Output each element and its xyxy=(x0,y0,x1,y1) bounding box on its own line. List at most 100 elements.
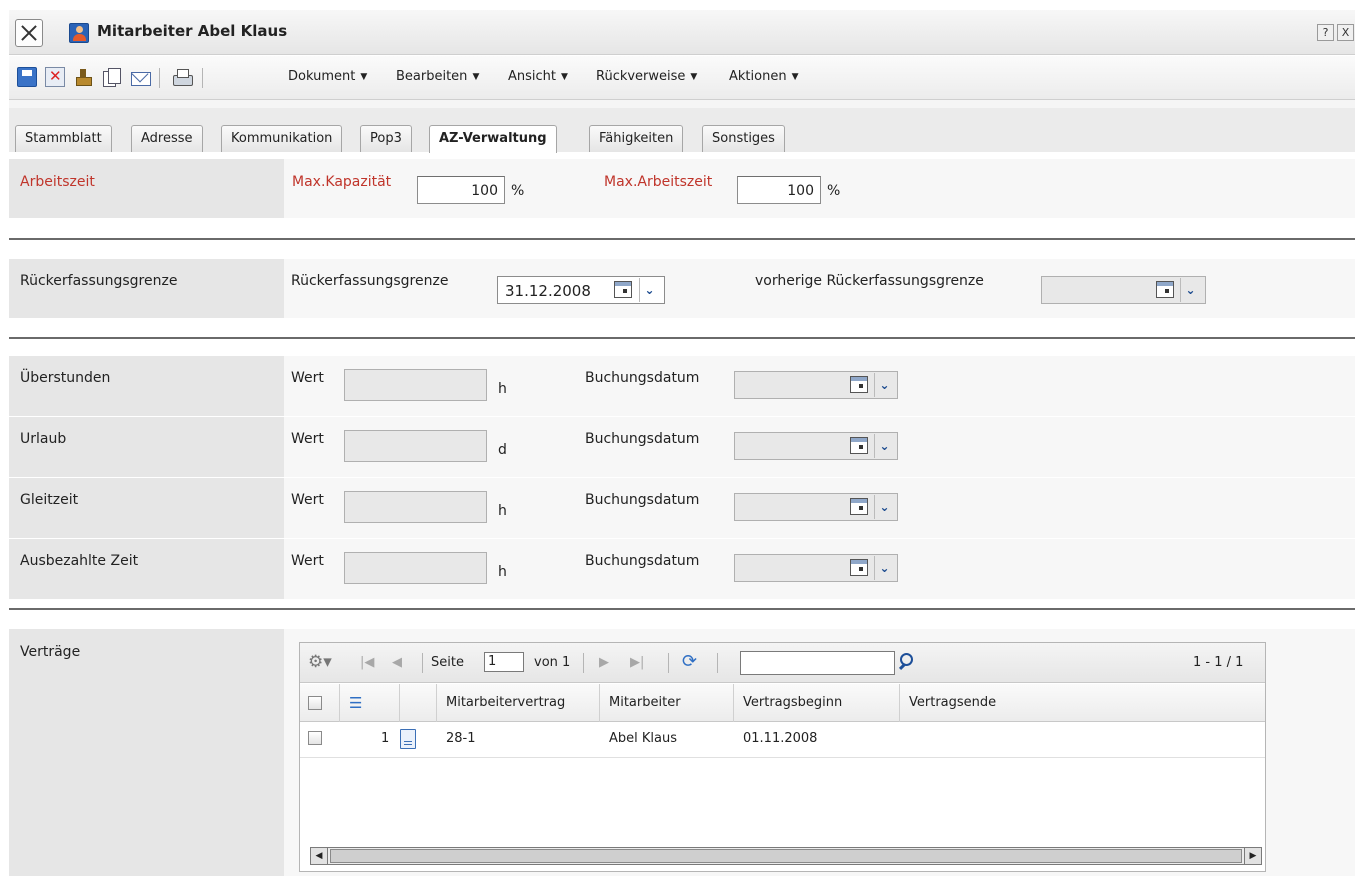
menu-dokument[interactable]: Dokument ▼ xyxy=(288,69,367,84)
ausbezahlte-zeit-wert-input[interactable] xyxy=(344,552,487,584)
rueckerfassung-date-field[interactable]: 31.12.2008 ⌄ xyxy=(497,276,665,304)
buchungsdatum-label: Buchungsdatum xyxy=(585,492,700,508)
list-numbered-icon: ☰ xyxy=(349,694,363,712)
dropdown-arrow-icon: ▼ xyxy=(472,72,480,82)
menu-ansicht[interactable]: Ansicht ▼ xyxy=(508,69,568,84)
unit-label: h xyxy=(498,564,507,580)
title-bar: Mitarbeiter Abel Klaus ? X xyxy=(9,10,1355,55)
scroll-thumb[interactable] xyxy=(330,849,1242,863)
tab-kommunikation[interactable]: Kommunikation xyxy=(221,125,343,152)
wert-label: Wert xyxy=(291,431,324,447)
calendar-icon[interactable] xyxy=(1156,281,1174,298)
column-header-vertragsende[interactable]: Vertragsende xyxy=(900,684,1266,722)
search-icon[interactable] xyxy=(896,650,920,674)
max-arbeitszeit-label: Max.Arbeitszeit xyxy=(604,174,713,190)
table-row[interactable]: 1 28-1 Abel Klaus 01.11.2008 xyxy=(300,723,1265,758)
urlaub-buchungsdatum-field[interactable]: ⌄ xyxy=(734,432,898,460)
grid-search-input[interactable] xyxy=(740,651,895,675)
gear-icon[interactable]: ⚙▾ xyxy=(308,652,332,672)
ueberstunden-wert-input[interactable] xyxy=(344,369,487,401)
document-icon[interactable] xyxy=(400,729,416,749)
max-arbeitszeit-input[interactable]: 100 xyxy=(737,176,821,204)
row-checkbox[interactable] xyxy=(308,731,322,745)
unit-label: h xyxy=(498,381,507,397)
chevron-down-icon[interactable]: ⌄ xyxy=(639,278,659,302)
menu-rueckverweise[interactable]: Rückverweise ▼ xyxy=(596,69,697,84)
column-header-vertragsbeginn[interactable]: Vertragsbeginn xyxy=(734,684,900,722)
urlaub-wert-input[interactable] xyxy=(344,430,487,462)
menu-bearbeiten[interactable]: Bearbeiten ▼ xyxy=(396,69,479,84)
pager-separator xyxy=(583,653,584,673)
menu-aktionen[interactable]: Aktionen ▼ xyxy=(729,69,798,84)
vertraege-label: Verträge xyxy=(20,644,81,660)
unit-label: d xyxy=(498,442,507,458)
select-all-cell xyxy=(300,684,340,722)
tab-bar: Stammblatt Adresse Kommunikation Pop3 AZ… xyxy=(9,100,1355,153)
scroll-right-icon[interactable]: ▶ xyxy=(1244,848,1261,864)
tab-faehigkeiten[interactable]: Fähigkeiten xyxy=(589,125,684,152)
first-page-icon[interactable]: |◀ xyxy=(360,655,374,670)
refresh-icon[interactable]: ⟳ xyxy=(682,651,697,672)
chevron-down-icon[interactable]: ⌄ xyxy=(874,434,894,458)
stamp-icon[interactable] xyxy=(73,67,93,87)
close-window-button[interactable]: X xyxy=(1337,24,1354,41)
next-page-icon[interactable]: ▶ xyxy=(599,655,609,670)
copy-icon[interactable] xyxy=(101,67,121,87)
mail-icon[interactable] xyxy=(130,67,151,87)
scroll-left-icon[interactable]: ◀ xyxy=(311,848,328,864)
vorherige-rueckerfassung-date-field[interactable]: ⌄ xyxy=(1041,276,1206,304)
help-button[interactable]: ? xyxy=(1317,24,1334,41)
employee-icon xyxy=(69,23,89,43)
wert-label: Wert xyxy=(291,492,324,508)
tab-az-verwaltung[interactable]: AZ-Verwaltung xyxy=(429,125,557,153)
tab-adresse[interactable]: Adresse xyxy=(131,125,203,152)
record-range-label: 1 - 1 / 1 xyxy=(1193,655,1244,670)
column-header-mitarbeiter[interactable]: Mitarbeiter xyxy=(600,684,734,722)
gleitzeit-buchungsdatum-field[interactable]: ⌄ xyxy=(734,493,898,521)
calendar-icon[interactable] xyxy=(614,281,632,298)
arbeitszeit-label: Arbeitszeit xyxy=(20,174,95,190)
grid-header: ☰ Mitarbeitervertrag Mitarbeiter Vertrag… xyxy=(300,684,1265,722)
calendar-icon[interactable] xyxy=(850,498,868,515)
chevron-down-icon[interactable]: ⌄ xyxy=(874,495,894,519)
label-column xyxy=(9,539,284,599)
chevron-down-icon[interactable]: ⌄ xyxy=(874,556,894,580)
last-page-icon[interactable]: ▶| xyxy=(630,655,644,670)
vorherige-rueckerfassung-label: vorherige Rückerfassungsgrenze xyxy=(755,273,984,289)
tab-sonstiges[interactable]: Sonstiges xyxy=(702,125,785,152)
row-number-header: ☰ xyxy=(340,684,400,722)
ueberstunden-buchungsdatum-field[interactable]: ⌄ xyxy=(734,371,898,399)
calendar-icon[interactable] xyxy=(850,376,868,393)
chevron-down-icon[interactable]: ⌄ xyxy=(874,373,894,397)
cell-mitarbeitervertrag[interactable]: 28-1 xyxy=(446,731,476,746)
section-divider xyxy=(9,238,1355,240)
arbeitszeit-row: Arbeitszeit Max.Kapazität 100 % Max.Arbe… xyxy=(9,159,1355,218)
ueberstunden-row: Überstunden Wert h Buchungsdatum ⌄ xyxy=(9,356,1355,416)
rueckerfassung-row: Rückerfassungsgrenze Rückerfassungsgrenz… xyxy=(9,259,1355,318)
save-icon[interactable] xyxy=(17,67,37,87)
window-title: Mitarbeiter Abel Klaus xyxy=(97,22,288,40)
ausbezahlte-zeit-label: Ausbezahlte Zeit xyxy=(20,553,139,569)
dropdown-arrow-icon: ▼ xyxy=(791,72,799,82)
delete-icon[interactable] xyxy=(45,67,65,87)
page-number-input[interactable]: 1 xyxy=(484,652,524,672)
calendar-icon[interactable] xyxy=(850,437,868,454)
horizontal-scrollbar[interactable]: ◀ ▶ xyxy=(310,847,1262,865)
grid-pager-toolbar: ⚙▾ |◀ ◀ Seite 1 von 1 ▶ ▶| ⟳ 1 - 1 / 1 xyxy=(300,643,1265,683)
prev-page-icon[interactable]: ◀ xyxy=(392,655,402,670)
label-column xyxy=(9,478,284,538)
column-header-mitarbeitervertrag[interactable]: Mitarbeitervertrag xyxy=(437,684,600,722)
close-icon[interactable] xyxy=(15,19,43,47)
tab-stammblatt[interactable]: Stammblatt xyxy=(15,125,112,152)
tab-pop3[interactable]: Pop3 xyxy=(360,125,412,152)
chevron-down-icon[interactable]: ⌄ xyxy=(1180,278,1200,302)
select-all-checkbox[interactable] xyxy=(308,696,322,710)
date-value: 31.12.2008 xyxy=(505,282,591,300)
buchungsdatum-label: Buchungsdatum xyxy=(585,553,700,569)
ausbezahlte-zeit-buchungsdatum-field[interactable]: ⌄ xyxy=(734,554,898,582)
pager-separator xyxy=(668,653,669,673)
calendar-icon[interactable] xyxy=(850,559,868,576)
print-icon[interactable] xyxy=(172,67,193,87)
gleitzeit-wert-input[interactable] xyxy=(344,491,487,523)
max-kapazitaet-input[interactable]: 100 xyxy=(417,176,505,204)
